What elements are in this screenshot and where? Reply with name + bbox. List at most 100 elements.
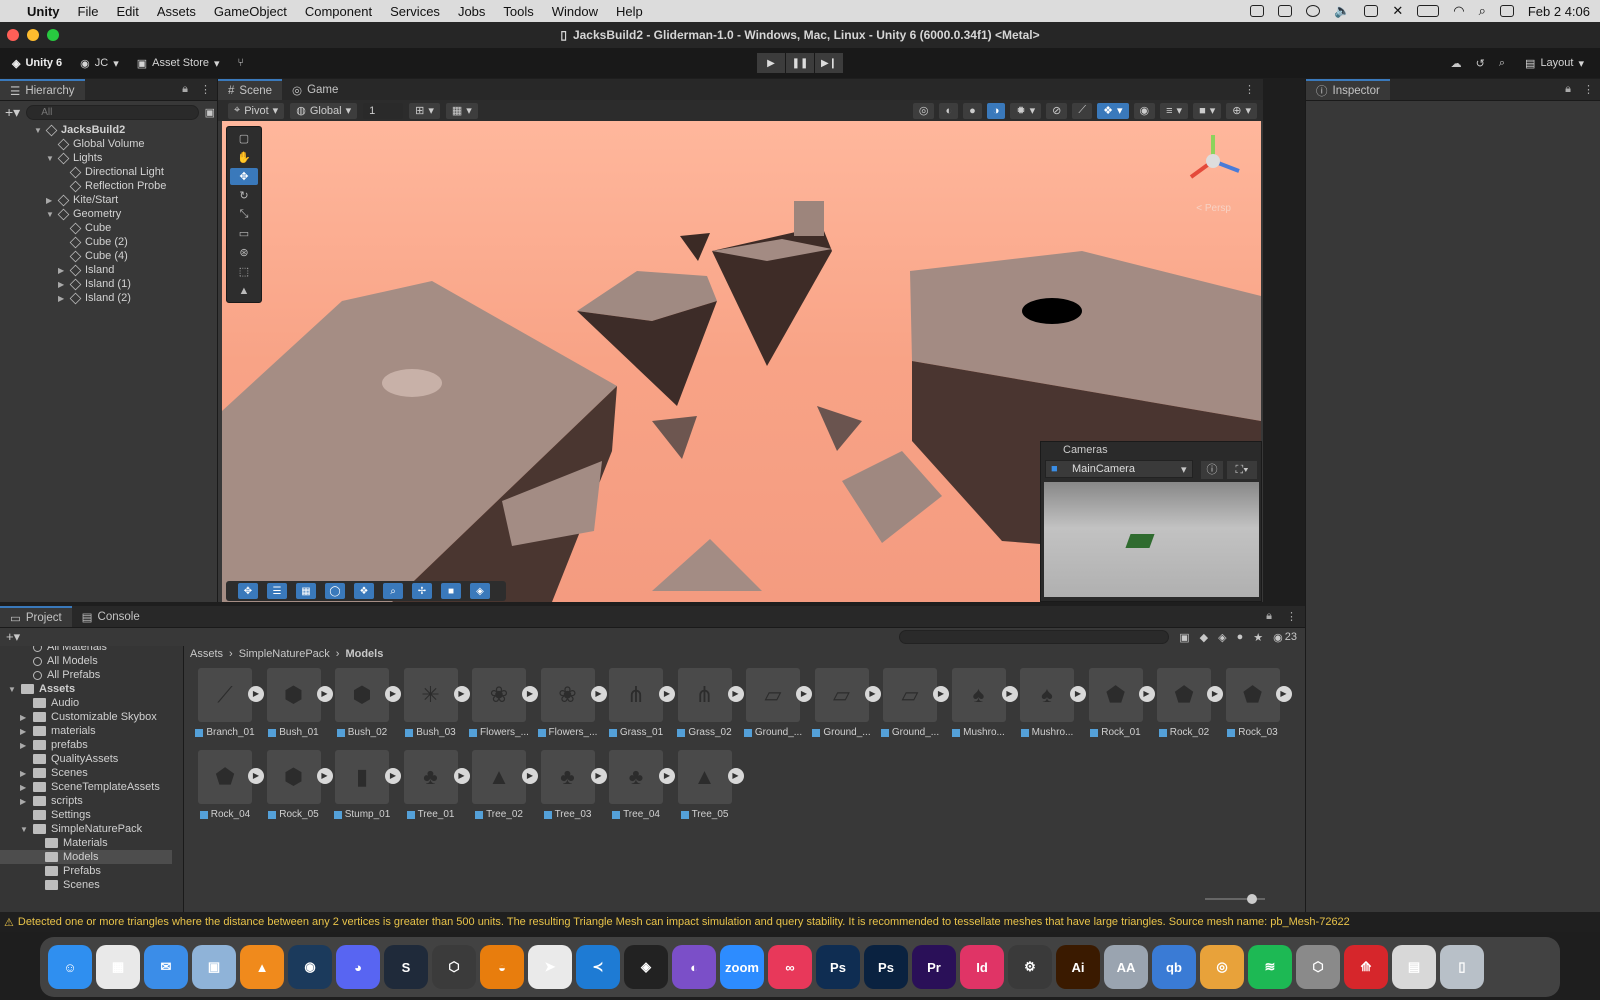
- camera-dropdown[interactable]: ■ ▾: [1193, 102, 1222, 119]
- transform-tool-icon[interactable]: ⊛: [230, 244, 258, 261]
- control-center-icon[interactable]: [1499, 5, 1514, 17]
- asset-item[interactable]: ⬢ ▶ Rock_05: [263, 750, 333, 830]
- star-icon[interactable]: ★: [1253, 631, 1263, 644]
- breadcrumb-pack[interactable]: SimpleNaturePack: [239, 648, 330, 660]
- lock-icon[interactable]: 🔒︎: [1260, 610, 1278, 627]
- asset-item[interactable]: ⬟ ▶ Rock_02: [1153, 668, 1223, 748]
- expand-arrow-icon[interactable]: ▶: [20, 783, 28, 792]
- pb-pan-icon[interactable]: ✢: [412, 583, 432, 599]
- hierarchy-search-input[interactable]: All: [26, 104, 199, 120]
- folder-tree-item[interactable]: ▼ Assets: [0, 682, 172, 696]
- dock-premiere-icon[interactable]: Pr: [912, 945, 956, 989]
- asset-item[interactable]: ▱ ▶ Ground_...: [811, 668, 881, 748]
- menu-unity[interactable]: Unity: [18, 4, 69, 19]
- dock-discord-icon[interactable]: ◕: [336, 945, 380, 989]
- probuilder-tool-icon[interactable]: ▲: [230, 282, 258, 299]
- hierarchy-item[interactable]: Cube: [58, 221, 111, 235]
- breadcrumb-models[interactable]: Models: [345, 648, 383, 660]
- dock-unity-icon[interactable]: ◈: [624, 945, 668, 989]
- dock-illustrator-icon[interactable]: Ai: [1056, 945, 1100, 989]
- global-dropdown[interactable]: ◍ Global ▾: [290, 102, 358, 119]
- move-tool-icon[interactable]: ✥: [230, 168, 258, 185]
- expand-play-icon[interactable]: ▶: [727, 768, 744, 784]
- kebab-menu-icon[interactable]: ⋮: [1236, 83, 1263, 100]
- hierarchy-item[interactable]: Directional Light: [58, 165, 164, 179]
- search-by-label-icon[interactable]: ◆: [1200, 631, 1208, 644]
- asset-item[interactable]: ▲ ▶ Tree_02: [468, 750, 538, 830]
- dock-cursor-icon[interactable]: ➤: [528, 945, 572, 989]
- kebab-menu-icon[interactable]: ⋮: [1278, 610, 1305, 627]
- asset-item[interactable]: ⋔ ▶ Grass_02: [674, 668, 744, 748]
- lock-icon[interactable]: 🔒︎: [176, 83, 194, 100]
- maximize-window-button[interactable]: [47, 29, 59, 41]
- folder-tree-item[interactable]: QualityAssets: [0, 752, 172, 766]
- scene-visibility-toggle[interactable]: ◉: [1133, 102, 1156, 119]
- expand-arrow-icon[interactable]: ▶: [20, 713, 28, 722]
- hand-tool-icon[interactable]: ✋: [230, 149, 258, 166]
- battery-icon[interactable]: [1417, 5, 1440, 17]
- asset-item[interactable]: ▱ ▶ Ground_...: [742, 668, 812, 748]
- add-icon[interactable]: +▾: [5, 104, 20, 121]
- dock-github-icon[interactable]: ◐: [672, 945, 716, 989]
- dock-chrome-icon[interactable]: ◎: [1200, 945, 1244, 989]
- expand-arrow-icon[interactable]: ▼: [46, 210, 54, 219]
- asset-item[interactable]: ⬢ ▶ Bush_02: [331, 668, 401, 748]
- dock-finder-icon[interactable]: ☺: [48, 945, 92, 989]
- menubar-clock[interactable]: Feb 2 4:06: [1528, 4, 1590, 19]
- dock-documents-icon[interactable]: ▤: [1392, 945, 1436, 989]
- scale-tool-icon[interactable]: ⤡: [230, 206, 258, 223]
- dock-qbittorrent-icon[interactable]: qb: [1152, 945, 1196, 989]
- clock-history-icon[interactable]: [1306, 5, 1321, 17]
- persp-label[interactable]: < Persp: [1196, 203, 1231, 214]
- warning-filter-icon[interactable]: ●: [1237, 631, 1244, 643]
- folder-tree-item[interactable]: ▶ Customizable Skybox: [0, 710, 172, 724]
- hierarchy-item[interactable]: ▶ Island (2): [58, 291, 131, 305]
- pb-camera-icon[interactable]: ■: [441, 583, 461, 599]
- grid-snap-dropdown[interactable]: ⊞ ▾: [409, 102, 440, 119]
- folder-tree-item[interactable]: ▶ prefabs: [0, 738, 172, 752]
- dock-creative-cloud-icon[interactable]: ∞: [768, 945, 812, 989]
- expand-play-icon[interactable]: ▶: [1275, 686, 1292, 702]
- asset-item[interactable]: ⋔ ▶ Grass_01: [605, 668, 675, 748]
- hierarchy-item[interactable]: ▼ Geometry: [46, 207, 121, 221]
- dock-unity-hub-icon[interactable]: ⬡: [432, 945, 476, 989]
- increment-snap-dropdown[interactable]: ▦ ▾: [445, 102, 478, 119]
- volume-icon[interactable]: 🔈: [1334, 3, 1350, 19]
- expand-arrow-icon[interactable]: ▶: [20, 741, 28, 750]
- pb-move-icon[interactable]: ✥: [238, 583, 258, 599]
- menu-help[interactable]: Help: [607, 4, 652, 19]
- layout-dropdown[interactable]: ▤ Layout ▾: [1519, 53, 1590, 73]
- zoom-slider[interactable]: [1205, 894, 1265, 904]
- saved-search-item[interactable]: All Materials: [0, 646, 172, 654]
- search-by-type-icon[interactable]: ▣: [1179, 631, 1189, 644]
- cloud-icon[interactable]: ☁: [1451, 57, 1462, 70]
- pb-compass-icon[interactable]: ◈: [470, 583, 490, 599]
- tab-scene[interactable]: # Scene: [218, 79, 283, 100]
- asset-item[interactable]: ▮ ▶ Stump_01: [331, 750, 401, 830]
- menu-assets[interactable]: Assets: [148, 4, 205, 19]
- spotlight-search-icon[interactable]: ⌕: [1479, 3, 1486, 19]
- asset-item[interactable]: ▱ ▶ Ground_...: [879, 668, 949, 748]
- dock-trash-icon[interactable]: ▯: [1440, 945, 1484, 989]
- asset-item[interactable]: ⬟ ▶ Rock_01: [1085, 668, 1155, 748]
- folder-tree-item[interactable]: Scenes: [0, 878, 172, 892]
- pivot-dropdown[interactable]: ⌖ Pivot ▾: [228, 102, 285, 119]
- menu-services[interactable]: Services: [381, 4, 449, 19]
- folder-tree-item[interactable]: ▶ SceneTemplateAssets: [0, 780, 172, 794]
- project-search-input[interactable]: [899, 630, 1170, 644]
- hierarchy-item[interactable]: ▶ Island: [58, 263, 114, 277]
- dock-vlc-icon[interactable]: ▲: [240, 945, 284, 989]
- dock-preview-icon[interactable]: ▣: [192, 945, 236, 989]
- lit-button[interactable]: ◑: [986, 102, 1006, 119]
- folder-tree-item[interactable]: ▶ scripts: [0, 794, 172, 808]
- hierarchy-item[interactable]: ▶ Island (1): [58, 277, 131, 291]
- hierarchy-item[interactable]: ▼ Lights: [46, 151, 102, 165]
- asset-item[interactable]: ▲ ▶ Tree_05: [674, 750, 744, 830]
- dock-indesign-icon[interactable]: Id: [960, 945, 1004, 989]
- menu-gameobject[interactable]: GameObject: [205, 4, 296, 19]
- folder-tree-item[interactable]: Materials: [0, 836, 172, 850]
- menu-window[interactable]: Window: [543, 4, 607, 19]
- fullscreen-icon[interactable]: ⛶▾: [1227, 461, 1257, 479]
- wifi-icon[interactable]: ◠: [1453, 3, 1464, 19]
- rect-tool-icon[interactable]: ▭: [230, 225, 258, 242]
